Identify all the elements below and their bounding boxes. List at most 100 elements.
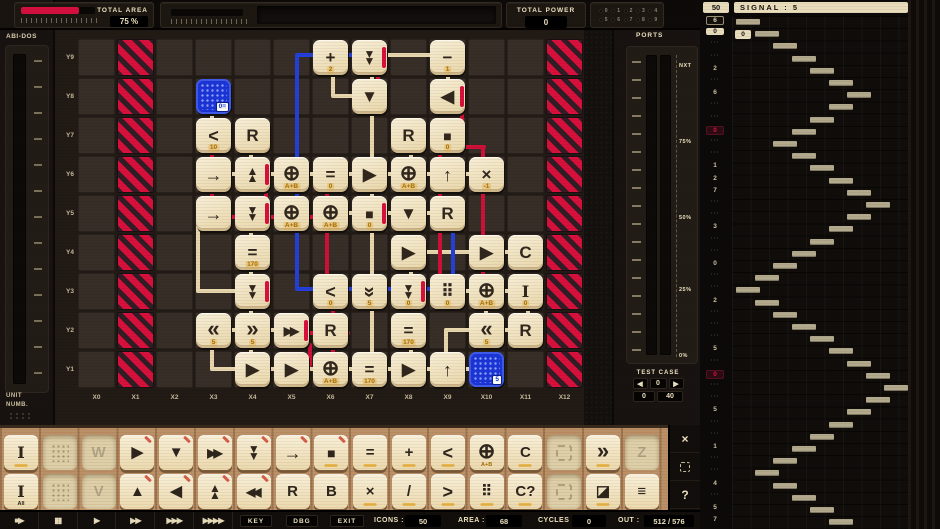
logic-tile-R[interactable]: R <box>391 118 426 153</box>
tray-key-left-tri[interactable]: ◀ <box>159 474 193 509</box>
tray-key-less[interactable]: < <box>431 435 465 470</box>
logic-tile-dbl-down[interactable]: ▼▼ <box>235 274 270 309</box>
logic-tile-down[interactable]: ▼ <box>352 79 387 114</box>
tray-key-greater[interactable]: > <box>431 474 465 509</box>
tray-key-dbl-right[interactable]: » <box>586 435 620 470</box>
tray-key-up-tri[interactable]: ▲ <box>120 474 154 509</box>
logic-tile-C[interactable]: C <box>508 235 543 270</box>
tray-key-bar[interactable]: I <box>4 435 38 470</box>
logic-tile-square[interactable]: ■0 <box>352 196 387 231</box>
logic-tile-oplus[interactable]: ⊕A+B <box>313 352 348 387</box>
tray-key-Z[interactable]: Z <box>625 435 659 470</box>
timeline-slider[interactable] <box>171 9 243 16</box>
tray-key-W[interactable]: W <box>82 435 116 470</box>
logic-tile-down[interactable]: ▼ <box>391 196 426 231</box>
test-case-next-button[interactable]: ▶ <box>669 378 684 389</box>
port-tile[interactable]: 0= <box>196 79 231 114</box>
tray-key-rewind[interactable]: ◀◀ <box>237 474 271 509</box>
help-button[interactable]: ? <box>670 481 700 509</box>
logic-tile-oplus[interactable]: ⊕A+B <box>274 157 309 192</box>
tray-key-V[interactable]: V <box>82 474 116 509</box>
tray-key-Cq[interactable]: C? <box>508 474 542 509</box>
logic-tile-dbl-down[interactable]: ▼▼ <box>235 196 270 231</box>
unit-slider-track[interactable] <box>13 54 26 384</box>
logic-tile-R[interactable]: R <box>430 196 465 231</box>
transport-button-1[interactable]: ▮▮ <box>39 512 78 529</box>
tray-key-dbl-up[interactable]: ▲▲ <box>198 474 232 509</box>
logic-tile-R[interactable]: R <box>235 118 270 153</box>
tray-key-dash-blank[interactable] <box>547 435 581 470</box>
logic-tile-oplus[interactable]: ⊕A+B <box>469 274 504 309</box>
logic-tile-play[interactable]: ▶ <box>391 352 426 387</box>
tray-key-half-square[interactable]: ◪ <box>586 474 620 509</box>
tray-key-dbl-down[interactable]: ▼▼ <box>237 435 271 470</box>
gauge-bar-right[interactable] <box>660 55 671 355</box>
logic-tile-square[interactable]: ■0 <box>430 118 465 153</box>
frame-button[interactable] <box>670 453 700 481</box>
logic-tile-equals[interactable]: =170 <box>235 235 270 270</box>
logic-tile-R[interactable]: R <box>508 313 543 348</box>
logic-tile-dbl-right[interactable]: »5 <box>235 313 270 348</box>
close-button[interactable]: × <box>670 425 700 453</box>
logic-tile-dbl-down[interactable]: ▼▼0 <box>391 274 426 309</box>
tray-key-plus[interactable]: + <box>392 435 426 470</box>
logic-tile-play[interactable]: ▶ <box>391 235 426 270</box>
logic-tile-play[interactable]: ▶ <box>469 235 504 270</box>
transport-button-5[interactable]: ▶▶▶▶ <box>194 512 233 529</box>
logic-tile-up-arrow[interactable]: ↑ <box>430 157 465 192</box>
tray-key-dots[interactable]: ⠿ <box>470 474 504 509</box>
logic-tile-dbl-up[interactable]: ▲▲ <box>235 157 270 192</box>
tray-key-equals[interactable]: = <box>353 435 387 470</box>
logic-tile-arrow-right[interactable]: → <box>196 196 231 231</box>
logic-tile-play[interactable]: ▶ <box>274 352 309 387</box>
logic-tile-fast-fwd[interactable]: ▶▶ <box>274 313 309 348</box>
logic-tile-dbl-left[interactable]: «5 <box>469 313 504 348</box>
logic-tile-dots[interactable]: ⠿0 <box>430 274 465 309</box>
key-button[interactable]: KEY <box>240 515 272 527</box>
logic-tile-mult[interactable]: ×-1 <box>469 157 504 192</box>
tray-key-arrow-right[interactable]: → <box>276 435 310 470</box>
tray-key-list[interactable]: ≡ <box>625 474 659 509</box>
tray-key-dash-blank[interactable] <box>547 474 581 509</box>
tray-key-play[interactable]: ▶ <box>120 435 154 470</box>
logic-tile-less[interactable]: <0 <box>313 274 348 309</box>
tray-key-dots-blank[interactable] <box>43 474 77 509</box>
logic-tile-oplus[interactable]: ⊕A+B <box>274 196 309 231</box>
tray-key-C[interactable]: C <box>508 435 542 470</box>
signal-scrollbar[interactable] <box>908 0 940 529</box>
gauge-bar-left[interactable] <box>646 55 657 355</box>
exit-button[interactable]: EXIT <box>330 515 364 527</box>
logic-tile-oplus[interactable]: ⊕A+B <box>391 157 426 192</box>
tray-key-dots-blank[interactable] <box>43 435 77 470</box>
logic-tile-dbl-left[interactable]: «5 <box>196 313 231 348</box>
logic-tile-up-arrow[interactable]: ↑ <box>430 352 465 387</box>
dbg-button[interactable]: DBG <box>286 515 318 527</box>
tray-key-down[interactable]: ▼ <box>159 435 193 470</box>
logic-tile-plus[interactable]: +2 <box>313 40 348 75</box>
logic-tile-minus[interactable]: −1 <box>430 40 465 75</box>
logic-tile-R[interactable]: R <box>313 313 348 348</box>
transport-button-4[interactable]: ▶▶▶ <box>155 512 194 529</box>
logic-tile-equals[interactable]: =0 <box>313 157 348 192</box>
tray-key-mult[interactable]: × <box>353 474 387 509</box>
tray-key-B[interactable]: B <box>314 474 348 509</box>
transport-button-2[interactable]: ▶ <box>78 512 117 529</box>
tray-key-R[interactable]: R <box>276 474 310 509</box>
logic-tile-left-tri[interactable]: ◀ <box>430 79 465 114</box>
logic-tile-bar[interactable]: I0 <box>508 274 543 309</box>
logic-tile-equals[interactable]: =170 <box>391 313 426 348</box>
logic-tile-arrow-right[interactable]: → <box>196 157 231 192</box>
transport-button-0[interactable]: ■▶ <box>0 512 39 529</box>
tray-key-slash[interactable]: / <box>392 474 426 509</box>
logic-tile-play[interactable]: ▶ <box>235 352 270 387</box>
tray-key-square[interactable]: ■ <box>314 435 348 470</box>
logic-tile-chev-down2[interactable]: »5 <box>352 274 387 309</box>
port-tile[interactable]: 5 <box>469 352 504 387</box>
tray-key-oplus[interactable]: ⊕A+B <box>470 435 504 470</box>
transport-button-3[interactable]: ▶▶ <box>116 512 155 529</box>
logic-tile-less[interactable]: <10 <box>196 118 231 153</box>
test-case-prev-button[interactable]: ◀ <box>633 378 648 389</box>
tray-key-fast-fwd[interactable]: ▶▶ <box>198 435 232 470</box>
logic-tile-oplus[interactable]: ⊕A+B <box>313 196 348 231</box>
logic-tile-dbl-down[interactable]: ▼▼ <box>352 40 387 75</box>
